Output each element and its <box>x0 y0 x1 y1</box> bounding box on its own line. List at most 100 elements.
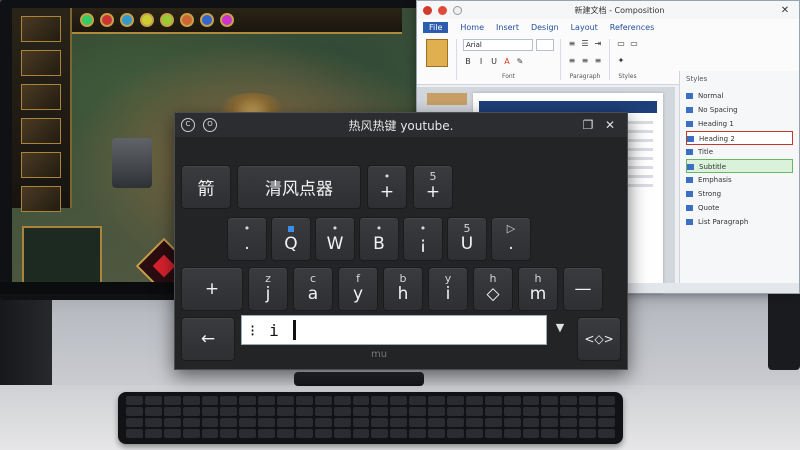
keyboard-titlebar: C O 热风热键 youtube. ❐ ✕ <box>175 113 627 137</box>
settings-icon[interactable]: C <box>181 118 195 132</box>
restore-icon[interactable]: ❐ <box>577 118 599 132</box>
key-row2-4[interactable]: • ¡ <box>403 217 443 261</box>
key-row1-1[interactable]: 清风点器 <box>237 165 361 209</box>
save-icon[interactable] <box>438 5 447 15</box>
menu-item-file[interactable]: File <box>423 21 449 33</box>
key-row2-0[interactable]: •. <box>227 217 267 261</box>
style-item[interactable]: Heading 1 <box>686 117 793 131</box>
switch-layout-key[interactable]: <◇> <box>577 317 621 361</box>
key-row2-3[interactable]: • B <box>359 217 399 261</box>
key-row3-4[interactable]: bh <box>383 267 423 311</box>
align-right-icon[interactable]: ≡ <box>593 56 603 66</box>
underline-icon[interactable]: U <box>489 57 499 67</box>
styles-group-label: Styles <box>618 73 637 80</box>
key-row3-6[interactable]: h ◇ <box>473 267 513 311</box>
menu-item-design[interactable]: Design <box>531 23 559 32</box>
menu-item-home[interactable]: Home <box>460 23 484 32</box>
styles-group: ▭ ▭ ✦ Styles <box>616 39 645 80</box>
keycap <box>409 407 427 416</box>
close-icon[interactable]: ✕ <box>777 5 793 16</box>
key-row3-0[interactable]: + <box>181 267 243 311</box>
keycap <box>295 418 313 427</box>
key-row2-1[interactable]: Q <box>271 217 311 261</box>
keycap <box>598 396 615 405</box>
keycap <box>371 429 389 438</box>
highlight-icon[interactable]: ✎ <box>515 57 525 67</box>
style-item[interactable]: Heading 2 <box>686 131 793 145</box>
backspace-key[interactable]: ← <box>181 317 235 361</box>
key-row2-5[interactable]: 5U <box>447 217 487 261</box>
style-icon[interactable]: ▭ <box>616 39 626 49</box>
game-top-hud <box>72 8 402 34</box>
undo-icon[interactable] <box>453 5 462 15</box>
key-row3-8[interactable]: — <box>563 267 603 311</box>
keycap <box>503 407 521 416</box>
input-value: i <box>269 320 279 340</box>
app-icon <box>423 5 432 15</box>
key-row2-6[interactable]: ▷. <box>491 217 531 261</box>
keycap <box>447 407 464 416</box>
emoji-icon[interactable]: O <box>203 118 217 132</box>
key-label: 清风点器 <box>265 179 333 200</box>
candidate-input[interactable]: ⁝ i <box>241 315 547 345</box>
keycap <box>352 418 370 427</box>
keycap <box>126 429 143 438</box>
key-label: . <box>508 234 514 254</box>
keycap <box>239 407 257 416</box>
styles-pane-title: Styles <box>686 75 708 83</box>
text-cursor <box>292 320 296 340</box>
close-icon[interactable]: ✕ <box>599 118 621 132</box>
style-item[interactable]: Quote <box>686 201 793 215</box>
key-row1-0[interactable]: 箭 <box>181 165 231 209</box>
monitor-stand <box>294 372 424 386</box>
key-row2-2[interactable]: • W <box>315 217 355 261</box>
menu-item-references[interactable]: References <box>610 23 654 32</box>
key-row3-3[interactable]: fy <box>338 267 378 311</box>
key-row3-2[interactable]: ca <box>293 267 333 311</box>
key-label: ¡ <box>419 234 427 254</box>
key-row3-7[interactable]: hm <box>518 267 558 311</box>
style-item[interactable]: Normal <box>686 89 793 103</box>
style-item[interactable]: Subtitle <box>686 159 793 173</box>
keycap <box>447 418 464 427</box>
find-icon[interactable]: ✦ <box>616 56 626 66</box>
font-color-icon[interactable]: A <box>502 57 512 67</box>
bold-icon[interactable]: B <box>463 57 473 67</box>
indent-icon[interactable]: ⇥ <box>593 39 603 49</box>
menu-item-layout[interactable]: Layout <box>571 23 598 32</box>
menu-item-insert[interactable]: Insert <box>496 23 519 32</box>
style-item[interactable]: List Paragraph <box>686 215 793 229</box>
key-label: W <box>326 234 344 254</box>
align-center-icon[interactable]: ≡ <box>580 56 590 66</box>
font-name-select[interactable]: Arial <box>463 39 533 51</box>
style-item[interactable]: Title <box>686 145 793 159</box>
italic-icon[interactable]: I <box>476 57 486 67</box>
align-left-icon[interactable]: ≡ <box>567 56 577 66</box>
on-screen-keyboard-window: C O 热风热键 youtube. ❐ ✕ 箭 清风点器 • +5 + •. Q • W • B •… <box>174 112 628 370</box>
keycap <box>428 418 446 427</box>
paste-icon[interactable] <box>425 39 448 67</box>
style-icon[interactable]: ▭ <box>629 39 639 49</box>
key-label: + <box>204 279 220 299</box>
keycap <box>522 429 540 438</box>
paragraph-group-label: Paragraph <box>569 73 601 80</box>
chevron-down-icon[interactable]: ▼ <box>553 321 567 335</box>
keycap <box>295 407 313 416</box>
key-row3-5[interactable]: yi <box>428 267 468 311</box>
bullets-icon[interactable]: ≡ <box>567 39 577 49</box>
key-row3-1[interactable]: zj <box>248 267 288 311</box>
style-item[interactable]: Emphasis <box>686 173 793 187</box>
keycap <box>579 396 597 405</box>
keycap <box>277 429 294 438</box>
keycap <box>352 429 370 438</box>
key-row1-3[interactable]: 5 + <box>413 165 453 209</box>
numbering-icon[interactable]: ☰ <box>580 39 590 49</box>
keycap <box>465 396 483 405</box>
keycap <box>314 418 332 427</box>
keyboard-row-2: •. Q • W • B • ¡ 5 U ▷. <box>227 217 531 261</box>
key-row1-2[interactable]: • + <box>367 165 407 209</box>
font-size-select[interactable] <box>536 39 554 51</box>
style-item[interactable]: No Spacing <box>686 103 793 117</box>
style-item[interactable]: Strong <box>686 187 793 201</box>
keyboard-row-1: 箭 清风点器 • +5 + <box>181 165 453 209</box>
